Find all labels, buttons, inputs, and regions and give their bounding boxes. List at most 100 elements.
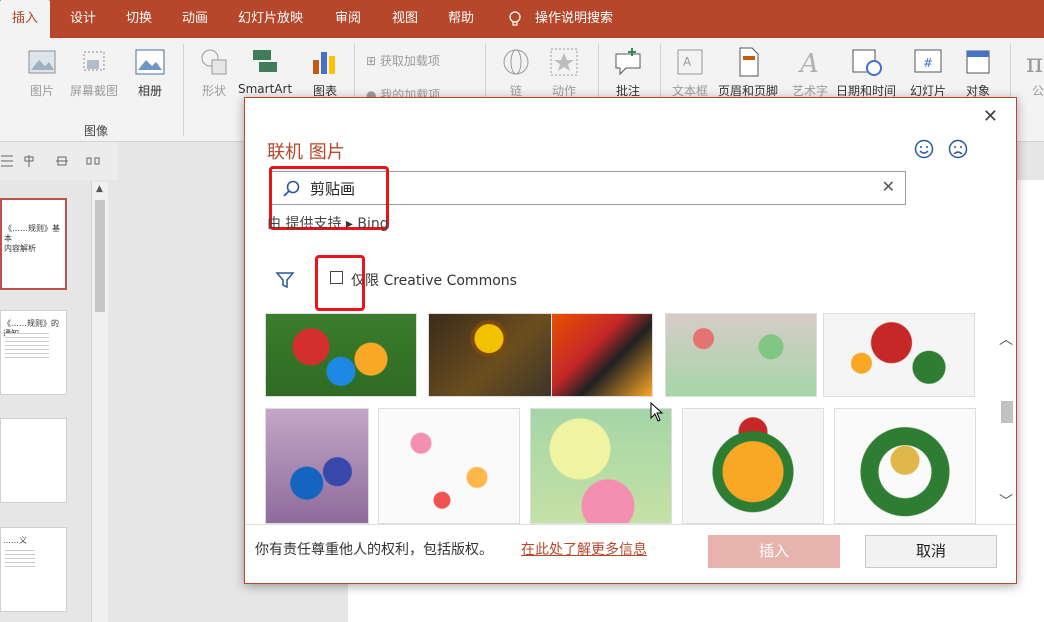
smartart-button[interactable]: SmartArt bbox=[238, 46, 292, 96]
bing-label: Bing bbox=[357, 216, 389, 232]
insert-button[interactable]: 插入 bbox=[708, 535, 840, 568]
textbox-label: 文本框 bbox=[672, 84, 709, 98]
scroll-up-icon[interactable]: ▲ bbox=[96, 184, 103, 194]
tell-me-search[interactable]: 操作说明搜索 bbox=[535, 0, 613, 38]
close-icon[interactable]: ✕ bbox=[983, 106, 998, 127]
result-image-christmas-wreath[interactable] bbox=[834, 408, 976, 524]
wordart-label: 艺术字 bbox=[792, 84, 829, 98]
smartart-label: SmartArt bbox=[238, 82, 293, 96]
comment-button[interactable]: 批注 bbox=[612, 46, 644, 99]
result-image-christmas-ornaments[interactable] bbox=[265, 313, 417, 397]
bing-logo-icon: ▸ bbox=[345, 216, 353, 232]
clear-search-icon[interactable]: ✕ bbox=[882, 177, 895, 196]
result-image-scrapbook-flowers[interactable] bbox=[665, 313, 817, 397]
image-results-grid bbox=[265, 313, 1000, 525]
highlight-box-checkbox bbox=[315, 255, 365, 311]
wordart-button[interactable]: A 艺术字 bbox=[792, 46, 828, 99]
chart-label: 图表 bbox=[312, 84, 337, 98]
slide-thumbnail-2[interactable]: 《……规则》的通知 bbox=[0, 310, 67, 395]
comment-label: 批注 bbox=[615, 84, 640, 98]
mouse-cursor-icon bbox=[650, 402, 664, 422]
shapes-icon bbox=[201, 49, 227, 75]
tab-help[interactable]: 帮助 bbox=[448, 0, 474, 38]
addins-icon: ⊞ bbox=[366, 54, 380, 68]
slide-number-button[interactable]: # 幻灯片 bbox=[910, 46, 946, 99]
results-scrollbar[interactable]: ︿ ﹀ bbox=[997, 313, 1015, 525]
tab-insert[interactable]: 插入 bbox=[0, 0, 51, 38]
tab-design[interactable]: 设计 bbox=[70, 0, 96, 38]
result-image-christmas-ornament-ball[interactable] bbox=[682, 408, 824, 524]
slide-thumbnail-4-text: ……义 bbox=[3, 536, 27, 545]
slide-thumbnail-1[interactable]: 《……规则》基本 内容解析 bbox=[0, 198, 67, 290]
result-image-lotus-flowers[interactable] bbox=[530, 408, 672, 524]
result-image-christmas-balls[interactable] bbox=[823, 313, 975, 397]
header-footer-icon bbox=[739, 47, 759, 77]
svg-text:A: A bbox=[683, 55, 692, 69]
scroll-thumb[interactable] bbox=[95, 200, 105, 312]
calendar-icon bbox=[852, 49, 882, 76]
distribute-icon[interactable] bbox=[55, 154, 69, 168]
picture-icon bbox=[28, 50, 56, 74]
shape-button[interactable]: 形状 bbox=[198, 46, 230, 99]
screenshot-icon bbox=[83, 51, 105, 71]
tab-animations[interactable]: 动画 bbox=[182, 0, 208, 38]
lightbulb-icon bbox=[509, 11, 521, 26]
globe-link-icon bbox=[503, 49, 529, 75]
picture-label: 图片 bbox=[29, 84, 54, 98]
picture-button[interactable]: 图片 bbox=[26, 46, 58, 99]
images-group-label: 图像 bbox=[84, 124, 109, 138]
textbox-button[interactable]: A 文本框 bbox=[672, 46, 708, 99]
svg-text:π: π bbox=[1026, 49, 1043, 78]
dialog-title: 联机 图片 bbox=[267, 142, 345, 163]
slide-number-label: 幻灯片 bbox=[910, 84, 947, 98]
powered-by-label: 由 提供支持 bbox=[267, 216, 342, 232]
result-image-parrots-birds[interactable] bbox=[265, 408, 369, 524]
album-button[interactable]: 相册 bbox=[134, 46, 166, 99]
frown-feedback-icon[interactable] bbox=[948, 139, 968, 159]
result-image-clipart-assortment[interactable] bbox=[378, 408, 520, 524]
copyright-notice: 你有责任尊重他人的权利，包括版权。 bbox=[255, 542, 493, 558]
link-label: 链 bbox=[509, 84, 522, 98]
album-label: 相册 bbox=[137, 84, 162, 98]
creative-commons-label: 仅限 Creative Commons bbox=[351, 273, 517, 289]
tab-review[interactable]: 审阅 bbox=[335, 0, 361, 38]
slide-thumbnail-2-lines bbox=[5, 333, 49, 359]
datetime-button[interactable]: 日期和时间 bbox=[836, 46, 896, 99]
chevron-down-icon[interactable]: ﹀ bbox=[999, 491, 1013, 511]
slide-thumbnail-3[interactable] bbox=[0, 418, 67, 503]
shape-label: 形状 bbox=[201, 84, 226, 98]
link-button[interactable]: 链 bbox=[500, 46, 532, 99]
result-image-asian-art[interactable] bbox=[551, 313, 653, 397]
thumbnail-scrollbar[interactable]: ▲ bbox=[91, 182, 108, 622]
formula-button[interactable]: π 公 bbox=[1022, 46, 1044, 99]
smile-feedback-icon[interactable] bbox=[914, 139, 934, 159]
chevron-up-icon[interactable]: ︿ bbox=[999, 329, 1013, 349]
star-action-icon bbox=[550, 48, 578, 76]
learn-more-link[interactable]: 在此处了解更多信息 bbox=[521, 539, 647, 559]
online-pictures-dialog: ✕ 联机 图片 剪贴画 ✕ 由 提供支持 ▸ Bing 仅限 Creative … bbox=[244, 97, 1017, 584]
slide-thumbnail-4-lines bbox=[5, 550, 35, 570]
header-footer-button[interactable]: 页眉和页脚 bbox=[718, 46, 778, 99]
tab-transitions[interactable]: 切换 bbox=[126, 0, 152, 38]
cancel-button[interactable]: 取消 bbox=[865, 535, 997, 568]
action-label: 动作 bbox=[551, 84, 576, 98]
chart-button[interactable]: 图表 bbox=[309, 46, 341, 99]
smartart-icon bbox=[253, 50, 278, 72]
textbox-icon: A bbox=[677, 49, 703, 75]
powered-by-bing: 由 提供支持 ▸ Bing bbox=[267, 213, 389, 233]
distribute-horizontal-icon[interactable] bbox=[86, 154, 100, 168]
get-addins-button[interactable]: ⊞ 获取加载项 bbox=[366, 52, 440, 69]
screenshot-button[interactable]: 屏幕截图 bbox=[70, 46, 118, 99]
action-button[interactable]: 动作 bbox=[548, 46, 580, 99]
svg-text:#: # bbox=[923, 56, 933, 70]
tab-view[interactable]: 视图 bbox=[392, 0, 418, 38]
align-center-icon[interactable] bbox=[22, 154, 36, 168]
filter-icon[interactable] bbox=[275, 270, 295, 290]
align-icon[interactable] bbox=[0, 154, 14, 168]
results-scroll-thumb[interactable] bbox=[1001, 401, 1013, 423]
tab-slideshow[interactable]: 幻灯片放映 bbox=[238, 0, 303, 38]
object-button[interactable]: 对象 bbox=[962, 46, 994, 99]
datetime-label: 日期和时间 bbox=[836, 84, 897, 98]
object-icon bbox=[966, 50, 990, 74]
slide-thumbnail-4[interactable]: ……义 bbox=[0, 527, 67, 612]
